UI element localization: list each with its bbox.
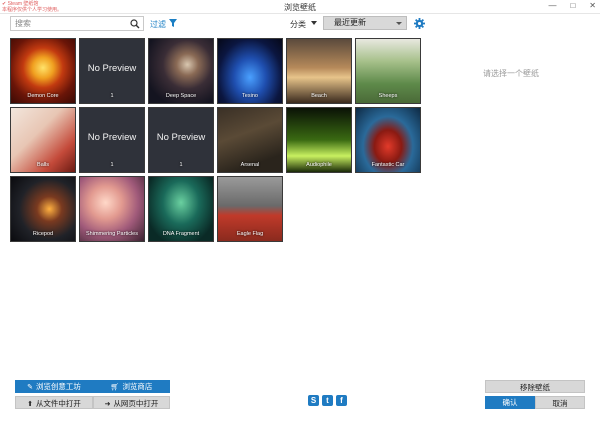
preview-placeholder: 请选择一个壁纸 [483,69,539,78]
browse-store-button[interactable]: 🛒︎ 浏览商店 [93,380,170,393]
wallpaper-tile[interactable]: No Preview 1 [79,38,145,104]
wallpaper-tile[interactable]: Beach [286,38,352,104]
wallpaper-name: Eagle Flag [236,231,264,237]
no-preview-text: No Preview [87,63,137,74]
chevron-down-icon [396,22,402,25]
wallpaper-tile[interactable]: Sheeps [355,38,421,104]
wallpaper-tile[interactable]: No Preview 1 [79,107,145,173]
open-from-web-label: 从网页中打开 [113,399,159,408]
wallpaper-name: DNA Fragment [162,231,200,237]
wallpaper-name: Beach [311,93,327,99]
wallpaper-tile[interactable]: DNA Fragment [148,176,214,242]
wallpaper-tile[interactable]: Arsenal [217,107,283,173]
filter-icon[interactable] [169,19,177,27]
wallpaper-name: Ricepod [32,231,54,237]
minimize-button[interactable]: — [548,1,556,10]
wallpaper-name: Shimmering Particles [86,231,138,237]
sort-select-value: 最近更新 [334,18,366,27]
wallpaper-tile[interactable]: Deep Space [148,38,214,104]
wallpaper-tile[interactable]: Demon Core [10,38,76,104]
cancel-button[interactable]: 取消 [535,396,585,409]
open-from-file-button[interactable]: ⬆ 从文件中打开 [15,396,93,409]
wallpaper-name: 1 [110,93,114,99]
browse-workshop-button[interactable]: ✎ 浏览创意工坊 [15,380,93,393]
toolbar: 过滤 分类 最近更新 [0,14,430,34]
wallpaper-tile[interactable]: Eagle Flag [217,176,283,242]
cart-icon: 🛒︎ [110,384,120,391]
wallpaper-name: Deep Space [165,93,197,99]
browse-workshop-label: 浏览创意工坊 [35,382,81,391]
browse-store-label: 浏览商店 [122,382,153,391]
wallpaper-tile[interactable]: Shimmering Particles [79,176,145,242]
wallpaper-tile[interactable]: Balls [10,107,76,173]
facebook-icon[interactable]: f [336,395,347,406]
sort-select[interactable]: 最近更新 [323,16,407,30]
ok-button[interactable]: 确认 [485,396,535,409]
sort-order-arrow-icon[interactable] [311,21,317,25]
steam-icon[interactable]: S [308,395,319,406]
arrow-right-icon: ➜ [104,401,111,408]
gear-icon[interactable] [414,18,425,29]
wallpaper-name: Arsenal [240,162,260,168]
maximize-button[interactable]: □ [570,1,575,10]
sort-label: 分类 [290,20,306,29]
remove-wallpaper-button[interactable]: 移除壁纸 [485,380,585,393]
no-preview-text: No Preview [87,132,137,143]
wallpaper-name: Balls [37,162,49,168]
search-input[interactable] [11,17,127,30]
open-from-web-button[interactable]: ➜ 从网页中打开 [93,396,170,409]
twitter-icon[interactable]: t [322,395,333,406]
wallpaper-name: Fantastic Car [371,162,405,168]
wallpaper-tile[interactable]: Tesino [217,38,283,104]
wallpaper-tile[interactable]: Audiophile [286,107,352,173]
wallpaper-name: Demon Core [27,93,59,99]
close-button[interactable]: ✕ [589,1,596,10]
open-from-file-label: 从文件中打开 [35,399,81,408]
wallpaper-name: Sheeps [378,93,398,99]
search-icon[interactable] [130,19,140,29]
wallpaper-name: 1 [110,162,114,168]
wallpaper-name: Tesino [242,93,258,99]
wallpaper-tile[interactable]: Fantastic Car [355,107,421,173]
wallpaper-tile[interactable]: Ricepod [10,176,76,242]
window-title: 浏览壁纸 [284,3,316,12]
search-box [10,16,144,31]
upload-icon: ⬆ [27,401,33,408]
no-preview-text: No Preview [156,132,206,143]
title-bar: ✔ Steam 壁纸馆 本程序仅供个人学习使用。 浏览壁纸 — □ ✕ [0,0,600,14]
wallpaper-name: Audiophile [306,162,332,168]
wallpaper-name: 1 [179,162,183,168]
filter-link[interactable]: 过滤 [150,19,166,30]
wallpaper-tile[interactable]: No Preview 1 [148,107,214,173]
wrench-icon: ✎ [27,384,33,391]
